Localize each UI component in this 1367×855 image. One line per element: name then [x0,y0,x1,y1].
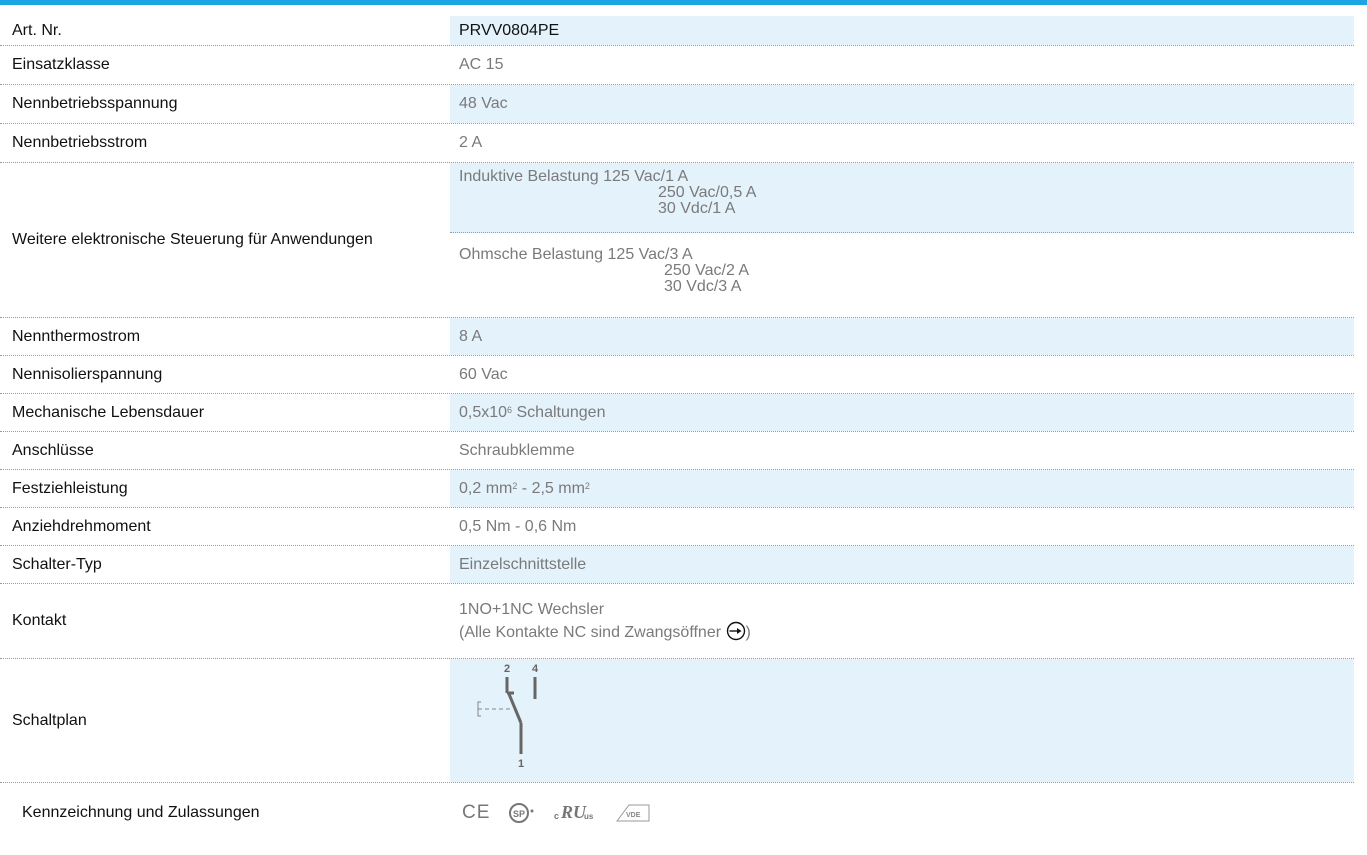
load-ohmic-line1: Ohmsche Belastung 125 Vac/3 A [459,246,693,263]
row-value: 2 4 1 [450,659,1354,782]
spec-row-schaltplan: Schaltplan 2 4 1 [0,659,1354,783]
row-value: 2 A [459,134,483,151]
contact-type: 1NO+1NC Wechsler [459,600,605,618]
load-inductive: Induktive Belastung 125 Vac/1 A 250 Vac/… [450,163,1354,233]
value-superscript: 2 [584,480,590,491]
spec-row-nennthermostrom: Nennthermostrom 8 A [0,318,1354,356]
ul-logo-c: c [554,811,559,821]
csa-logo: SP [509,803,534,823]
spec-row-lebensdauer: Mechanische Lebensdauer 0,5x10 6 Schaltun… [0,394,1354,432]
value-superscript: 2 [512,480,518,491]
row-value: 0,2 mm 2 - 2,5 mm 2 [450,470,1354,507]
contact-note: (Alle Kontakte NC sind Zwangsöffner ) [459,621,751,644]
csa-logo-text: SP [513,809,525,819]
row-label: Nennisolierspannung [12,365,163,383]
row-label: Anziehdrehmoment [12,517,151,535]
row-value: PRVV0804PE [450,16,1354,45]
positive-opening-icon [726,621,745,640]
spec-row-zulassungen: Kennzeichnung und Zulassungen CE SP c RU… [0,783,1354,833]
spec-row-nennbetriebsstrom: Nennbetriebsstrom 2 A [0,124,1354,163]
row-label: Festziehleistung [12,479,128,497]
spec-row-nennisolierspannung: Nennisolierspannung 60 Vac [0,356,1354,394]
wiring-diagram: 2 4 1 [477,663,539,770]
load-ohmic-line3: 30 Vdc/3 A [664,278,742,295]
ul-logo-us: us [584,812,594,821]
terminal-4-label: 4 [532,663,539,675]
spec-row-kontakt: Kontakt 1NO+1NC Wechsler (Alle Kontakte … [0,584,1354,659]
row-value: CE SP c RU us VDE [450,783,1354,833]
row-value: 0,5x10 6 Schaltungen [450,394,1354,431]
load-ohmic-line2: 250 Vac/2 A [664,262,750,279]
terminal-2-label: 2 [504,663,510,675]
ce-mark-logo: CE [462,802,491,823]
value-part: 0,5x10 [459,403,508,421]
row-label: Kennzeichnung und Zulassungen [22,804,260,821]
spec-row-festziehleistung: Festziehleistung 0,2 mm 2 - 2,5 mm 2 [0,470,1354,508]
row-value-group: Induktive Belastung 125 Vac/1 A 250 Vac/… [450,163,1354,317]
row-label: Nennbetriebsstrom [12,134,148,151]
row-label: Art. Nr. [12,21,62,39]
row-label: Mechanische Lebensdauer [12,403,205,421]
row-label: Schaltplan [12,711,87,729]
load-inductive-line3: 30 Vdc/1 A [658,200,736,217]
spec-table: Art. Nr. PRVV0804PE Einsatzklasse AC 15 … [0,16,1354,833]
value-part: Schaltungen [512,403,606,421]
load-inductive-line1: Induktive Belastung 125 Vac/1 A [459,168,689,185]
row-value: AC 15 [459,56,504,73]
spec-row-art-nr: Art. Nr. PRVV0804PE [0,16,1354,46]
contact-note-text: (Alle Kontakte NC sind Zwangsöffner [459,623,722,641]
top-accent-bar [0,0,1367,5]
spec-row-einsatzklasse: Einsatzklasse AC 15 [0,46,1354,85]
row-value: Einzelschnittstelle [450,546,1354,583]
row-value: 48 Vac [450,85,1354,123]
row-label: Nennbetriebsspannung [12,95,178,112]
ul-recognized-logo: c RU us [554,802,594,822]
contact-blade [507,693,523,724]
row-label: Anschlüsse [12,441,94,459]
spec-row-anschluesse: Anschlüsse Schraubklemme [0,432,1354,470]
vde-logo: VDE [616,804,650,822]
value-part: - 2,5 mm [517,479,585,497]
row-value: 1NO+1NC Wechsler (Alle Kontakte NC sind … [450,584,1354,658]
contact-note-end: ) [745,623,751,641]
terminal-1-label: 1 [518,758,524,770]
row-value: 60 Vac [459,365,508,383]
row-value: 0,5 Nm - 0,6 Nm [459,517,577,535]
value-part: 0,2 mm [459,479,513,497]
value-superscript: 6 [507,404,513,415]
spec-row-anziehdrehmoment: Anziehdrehmoment 0,5 Nm - 0,6 Nm [0,508,1354,546]
row-label: Kontakt [12,612,67,629]
row-label: Nennthermostrom [12,327,141,345]
spec-row-weitere-steuerung: Weitere elektronische Steuerung für Anwe… [0,163,1354,318]
row-value: 8 A [450,318,1354,355]
row-label: Schalter-Typ [12,555,102,573]
spec-row-nennbetriebsspannung: Nennbetriebsspannung 48 Vac [0,85,1354,124]
vde-logo-text: VDE [626,812,641,819]
row-label: Einsatzklasse [12,56,110,73]
row-value: Schraubklemme [459,441,575,459]
ul-logo-mark: RU [560,802,587,822]
approval-logos: CE SP c RU us VDE [450,802,650,824]
row-label: Weitere elektronische Steuerung für Anwe… [12,231,373,248]
load-inductive-line2: 250 Vac/0,5 A [658,184,757,201]
load-ohmic: Ohmsche Belastung 125 Vac/3 A 250 Vac/2 … [450,233,1354,295]
spec-row-schalter-typ: Schalter-Typ Einzelschnittstelle [0,546,1354,584]
